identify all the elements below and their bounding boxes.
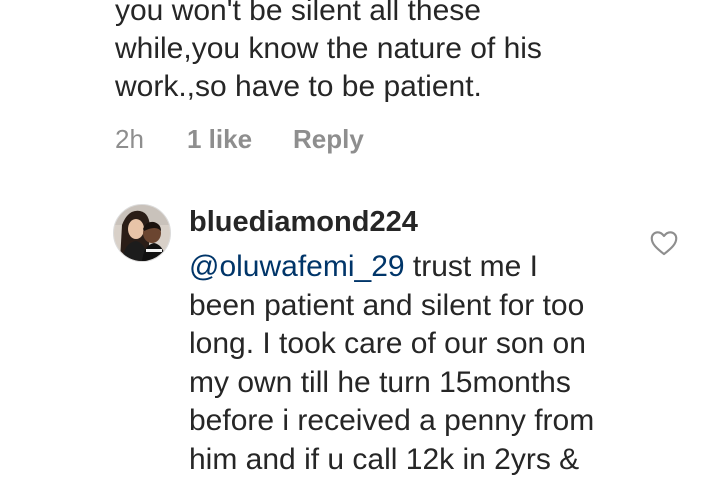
heart-outline-icon[interactable]: [650, 230, 678, 256]
comment-meta-row: 2h 1 like Reply: [115, 122, 364, 156]
reply-first-line-text: trust me I: [405, 250, 538, 283]
mention-link[interactable]: @oluwafemi_29: [189, 250, 405, 283]
reply-comment: bluediamond224 @oluwafemi_29 trust me I …: [0, 200, 720, 460]
reply-line: long. I took care of our son on: [189, 325, 639, 364]
likes-count-link[interactable]: 1 like: [187, 124, 293, 155]
previous-comment-line: while,you know the nature of his: [115, 30, 635, 68]
reply-line: been patient and silent for too: [189, 287, 639, 326]
reply-line: before i received a penny from: [189, 402, 639, 441]
previous-comment-line: you won't be silent all these: [115, 0, 635, 30]
reply-username[interactable]: bluediamond224: [189, 206, 418, 239]
reply-text: @oluwafemi_29 trust me I been patient an…: [189, 248, 639, 479]
reply-first-line: @oluwafemi_29 trust me I: [189, 248, 639, 287]
avatar-photo: [114, 205, 170, 261]
previous-comment-line: work.,so have to be patient.: [115, 68, 635, 106]
comment-timestamp: 2h: [115, 124, 187, 155]
previous-comment-text: you won't be silent all these while,you …: [115, 0, 635, 106]
avatar[interactable]: [113, 204, 171, 262]
reply-line: my own till he turn 15months: [189, 364, 639, 403]
reply-line: him and if u call 12k in 2yrs &: [189, 441, 639, 479]
reply-button[interactable]: Reply: [293, 124, 364, 155]
